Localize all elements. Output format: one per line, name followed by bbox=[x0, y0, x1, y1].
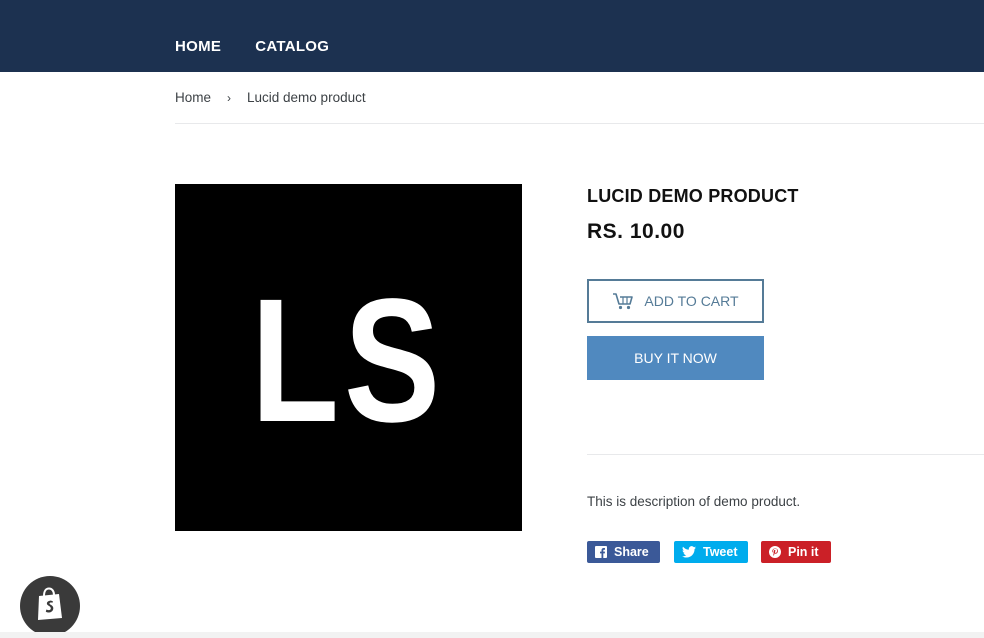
description-divider bbox=[587, 454, 984, 455]
pinterest-icon bbox=[769, 546, 781, 558]
twitter-icon bbox=[682, 546, 696, 558]
share-facebook-label: Share bbox=[614, 545, 649, 559]
product-description: This is description of demo product. bbox=[587, 494, 801, 509]
nav-home[interactable]: HOME bbox=[175, 38, 221, 55]
share-pinterest-button[interactable]: Pin it bbox=[761, 541, 831, 563]
facebook-icon bbox=[595, 546, 607, 558]
breadcrumb-divider bbox=[175, 123, 984, 124]
shopify-bag-icon bbox=[35, 586, 65, 626]
image-logo-text: LS bbox=[251, 262, 445, 459]
share-pinterest-label: Pin it bbox=[788, 545, 819, 559]
breadcrumb: Home › Lucid demo product bbox=[175, 90, 366, 105]
breadcrumb-current: Lucid demo product bbox=[247, 90, 366, 105]
footer-strip bbox=[0, 632, 984, 638]
share-twitter-button[interactable]: Tweet bbox=[674, 541, 748, 563]
buy-it-now-label: BUY IT NOW bbox=[634, 350, 717, 366]
breadcrumb-home-link[interactable]: Home bbox=[175, 90, 211, 105]
nav-catalog[interactable]: CATALOG bbox=[255, 38, 329, 55]
ls-logo-image: LS bbox=[251, 262, 445, 459]
share-facebook-button[interactable]: Share bbox=[587, 541, 660, 563]
shopify-badge[interactable] bbox=[20, 576, 80, 636]
cart-icon bbox=[612, 292, 634, 310]
main-nav: HOME CATALOG bbox=[175, 38, 363, 55]
product-title: LUCID DEMO PRODUCT bbox=[587, 186, 799, 206]
add-to-cart-label: ADD TO CART bbox=[644, 293, 739, 309]
product-price: RS. 10.00 bbox=[587, 220, 685, 243]
add-to-cart-button[interactable]: ADD TO CART bbox=[587, 279, 764, 323]
buy-it-now-button[interactable]: BUY IT NOW bbox=[587, 336, 764, 380]
share-twitter-label: Tweet bbox=[703, 545, 738, 559]
site-header: HOME CATALOG bbox=[0, 0, 984, 72]
product-image[interactable]: LS bbox=[175, 184, 522, 531]
breadcrumb-separator: › bbox=[227, 91, 232, 105]
